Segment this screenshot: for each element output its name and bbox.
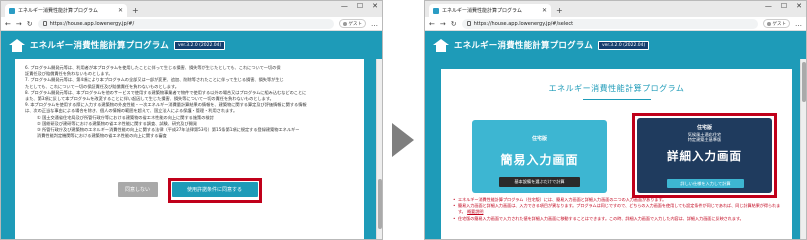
more-menu-icon[interactable]: …: [795, 20, 802, 28]
version-badge: ver.3.2.0 (2022.04): [597, 40, 650, 50]
scrollbar-thumb[interactable]: [378, 179, 382, 229]
lock-icon: [466, 21, 471, 26]
minimize-icon[interactable]: —: [341, 2, 348, 10]
more-menu-icon[interactable]: …: [371, 20, 378, 28]
detail-card-eyebrow: 住宅版: [696, 125, 712, 131]
note-text: 簡易入力画面と詳細入力画面は、入力できる項目が異なります。プログラムは同じですの…: [458, 203, 781, 215]
window-controls: — ☐ ✕: [765, 2, 802, 10]
highlight-box: 使用許諾条件に同意する: [167, 178, 262, 203]
url-field[interactable]: https://house.app.lowenergy.jp/#/: [37, 18, 334, 29]
profile-button[interactable]: ゲスト: [338, 19, 366, 28]
url-text: https://house.app.lowenergy.jp/#/: [49, 20, 135, 27]
notes-list: エネルギー消費性能計算プログラム（住宅版）には、簡易入力画面と詳細入力画面の二つ…: [453, 197, 787, 222]
select-panel: エネルギー消費性能計算プログラム 住宅版 簡易入力画面 基本設備を選ぶだけで計算…: [441, 69, 792, 239]
consent-buttons: 同意しない 使用許諾条件に同意する: [15, 178, 364, 203]
window-controls: — ☐ ✕: [341, 2, 378, 10]
app-title: エネルギー消費性能計算プログラム: [30, 41, 169, 51]
app-header: エネルギー消費性能計算プログラム ver.3.2.0 (2022.04): [425, 31, 806, 59]
app-title: エネルギー消費性能計算プログラム: [454, 41, 593, 51]
page-title: エネルギー消費性能計算プログラム: [548, 84, 685, 93]
minimize-icon[interactable]: —: [765, 2, 772, 10]
lock-icon: [42, 21, 47, 26]
house-logo-icon: [9, 38, 25, 52]
stage: エネルギー消費性能計算プログラム ✕ + — ☐ ✕ ← → ↻ https:/…: [0, 0, 807, 240]
house-logo-icon: [433, 38, 449, 52]
page-body: 6. プログラム開発元等は、利用者が本プログラムを使用したことに伴って生じる損害…: [1, 59, 378, 239]
forward-icon[interactable]: →: [440, 20, 446, 28]
simple-input-card[interactable]: 住宅版 簡易入力画面 基本設備を選ぶだけで計算: [472, 120, 607, 193]
detail-card-sub2: 特定建築主基準版: [687, 137, 722, 143]
url-field[interactable]: https://house.app.lowenergy.jp/#/select: [461, 18, 758, 29]
new-tab-icon[interactable]: +: [132, 6, 139, 15]
tab-bar: エネルギー消費性能計算プログラム ✕ + — ☐ ✕: [1, 1, 382, 17]
browser-window-before: エネルギー消費性能計算プログラム ✕ + — ☐ ✕ ← → ↻ https:/…: [0, 0, 383, 240]
avatar-icon: [342, 21, 347, 26]
title-underline: [582, 99, 651, 100]
scrollbar[interactable]: [800, 59, 806, 239]
profile-button[interactable]: ゲスト: [762, 19, 790, 28]
back-icon[interactable]: ←: [429, 20, 435, 28]
favicon-icon: [9, 7, 15, 14]
transition-arrow-icon: [392, 123, 414, 157]
new-tab-icon[interactable]: +: [556, 6, 563, 15]
address-bar: ← → ↻ https://house.app.lowenergy.jp/#/s…: [425, 17, 806, 31]
browser-window-after: エネルギー消費性能計算プログラム ✕ + — ☐ ✕ ← → ↻ https:/…: [424, 0, 807, 240]
mode-cards: 住宅版 簡易入力画面 基本設備を選ぶだけで計算 住宅版 気候風土適応住宅 特定建…: [441, 113, 792, 198]
detail-card-button[interactable]: 詳しい仕様を入力して計算: [667, 179, 744, 188]
url-text: https://house.app.lowenergy.jp/#/select: [473, 20, 574, 27]
forward-icon[interactable]: →: [16, 20, 22, 28]
close-window-icon[interactable]: ✕: [372, 2, 378, 10]
detail-card-title: 詳細入力画面: [667, 148, 742, 163]
detail-input-card[interactable]: 住宅版 気候風土適応住宅 特定建築主基準版 詳細入力画面 詳しい仕様を入力して計…: [637, 118, 772, 193]
simple-card-button[interactable]: 基本設備を選ぶだけで計算: [499, 177, 580, 187]
note-item: 住宅版の簡易入力画面で入力された値を詳細入力画面に移動することはできます。この時…: [453, 216, 787, 222]
reload-icon[interactable]: ↻: [27, 20, 33, 28]
tab-title: エネルギー消費性能計算プログラム: [18, 8, 98, 14]
decline-button[interactable]: 同意しない: [117, 182, 158, 197]
simple-card-eyebrow: 住宅版: [531, 136, 547, 142]
page-body: エネルギー消費性能計算プログラム 住宅版 簡易入力画面 基本設備を選ぶだけで計算…: [425, 59, 802, 239]
terms-panel: 6. プログラム開発元等は、利用者が本プログラムを使用したことに伴って生じる損害…: [15, 59, 364, 239]
scrollbar-thumb[interactable]: [802, 62, 806, 102]
browser-tab[interactable]: エネルギー消費性能計算プログラム ✕: [429, 4, 551, 17]
avatar-icon: [766, 21, 771, 26]
agree-button[interactable]: 使用許諾条件に同意する: [171, 182, 258, 197]
reload-icon[interactable]: ↻: [451, 20, 457, 28]
note-link[interactable]: 概要説明: [467, 209, 483, 214]
terms-text: 6. プログラム開発元等は、利用者が本プログラムを使用したことに伴って生じる損害…: [15, 59, 364, 139]
profile-label: ゲスト: [348, 21, 363, 27]
close-window-icon[interactable]: ✕: [796, 2, 802, 10]
note-item: 簡易入力画面と詳細入力画面は、入力できる項目が異なります。プログラムは同じですの…: [453, 203, 787, 215]
maximize-icon[interactable]: ☐: [781, 2, 787, 10]
close-tab-icon[interactable]: ✕: [118, 7, 123, 14]
version-badge: ver.3.2.0 (2022.04): [173, 40, 226, 50]
app-header: エネルギー消費性能計算プログラム ver.3.2.0 (2022.04): [1, 31, 382, 59]
tab-title: エネルギー消費性能計算プログラム: [442, 8, 522, 14]
close-tab-icon[interactable]: ✕: [542, 7, 547, 14]
terms-list-item: 消費性能判定機関等における建築物の省エネ性能の向上に関する審査: [37, 133, 167, 139]
maximize-icon[interactable]: ☐: [357, 2, 363, 10]
highlight-box: 住宅版 気候風土適応住宅 特定建築主基準版 詳細入力画面 詳しい仕様を入力して計…: [632, 113, 777, 198]
favicon-icon: [433, 7, 439, 14]
tab-bar: エネルギー消費性能計算プログラム ✕ + — ☐ ✕: [425, 1, 806, 17]
back-icon[interactable]: ←: [5, 20, 11, 28]
browser-tab[interactable]: エネルギー消費性能計算プログラム ✕: [5, 4, 127, 17]
address-bar: ← → ↻ https://house.app.lowenergy.jp/#/ …: [1, 17, 382, 31]
profile-label: ゲスト: [772, 21, 787, 27]
simple-card-title: 簡易入力画面: [500, 153, 579, 167]
scrollbar[interactable]: [376, 59, 382, 239]
